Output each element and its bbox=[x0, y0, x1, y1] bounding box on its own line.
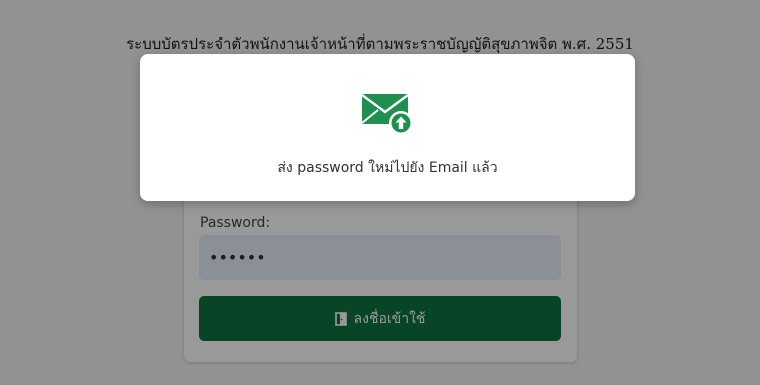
page: ระบบบัตรประจำตัวพนักงานเจ้าหน้าที่ตามพระ… bbox=[0, 0, 760, 385]
modal-message: ส่ง password ใหม่ไปยัง Email แล้ว bbox=[277, 160, 498, 176]
notification-modal: ส่ง password ใหม่ไปยัง Email แล้ว bbox=[140, 54, 635, 201]
mail-upload-icon bbox=[361, 92, 414, 136]
